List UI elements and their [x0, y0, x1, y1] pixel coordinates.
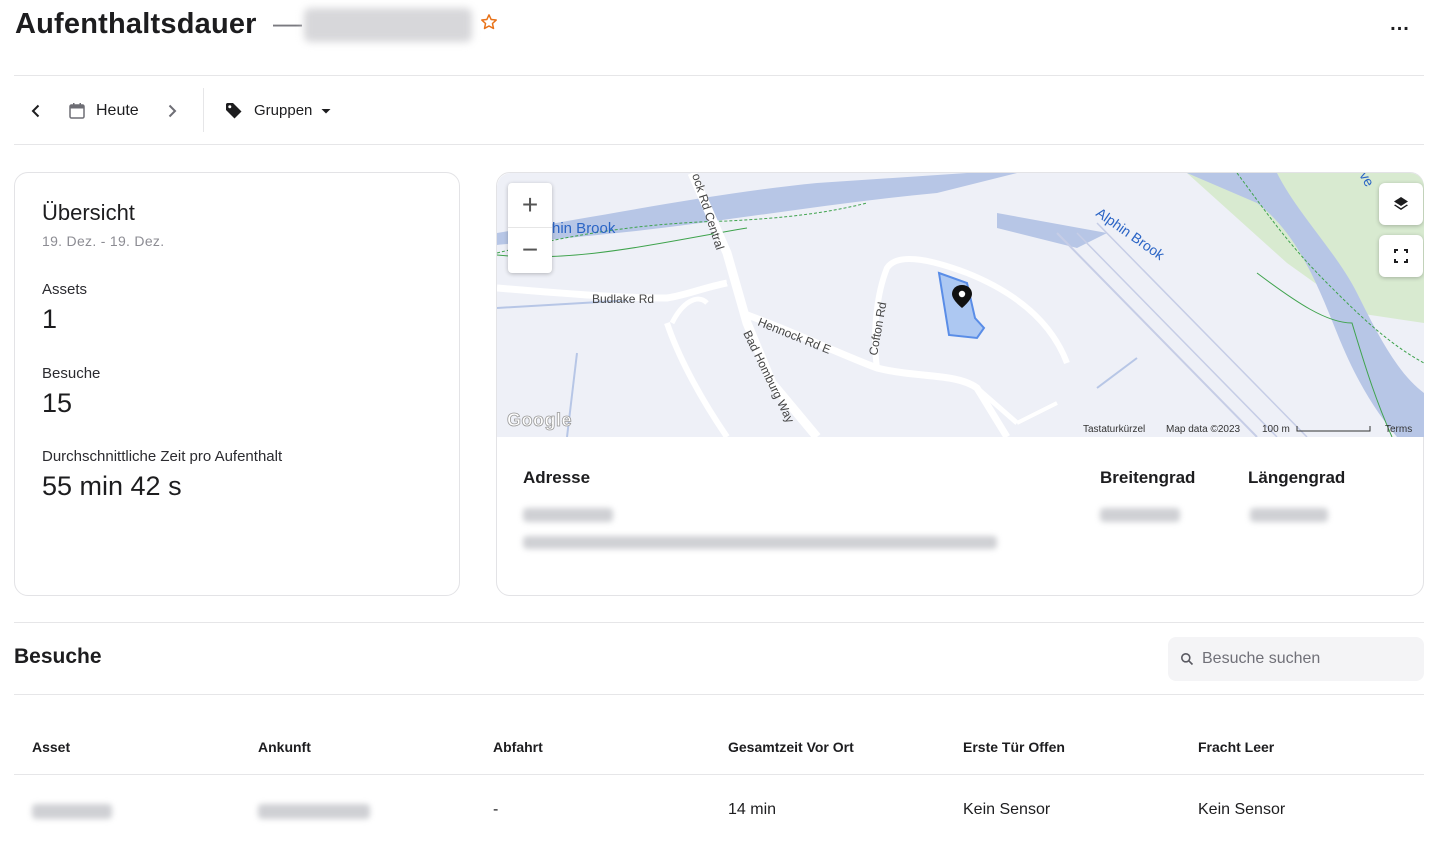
map-label-budlake: Budlake Rd: [592, 292, 654, 306]
fullscreen-button[interactable]: [1379, 235, 1423, 277]
zoom-out-button[interactable]: −: [508, 228, 552, 273]
map-shortcuts-link[interactable]: Tastaturkürzel: [1083, 424, 1145, 435]
map-layers-button[interactable]: [1379, 183, 1423, 225]
redacted-address-line: [523, 536, 997, 549]
zoom-controls: + −: [508, 183, 552, 273]
overview-title: Übersicht: [42, 200, 135, 225]
column-header-arrival[interactable]: Ankunft: [258, 739, 311, 755]
column-header-asset[interactable]: Asset: [32, 739, 70, 755]
visits-section-title: Besuche: [14, 645, 102, 668]
more-options-button[interactable]: ...: [1388, 12, 1412, 36]
date-picker[interactable]: Heute: [68, 76, 139, 145]
longitude-label: Längengrad: [1248, 468, 1346, 487]
redacted-location-name: [304, 8, 472, 42]
calendar-icon: [69, 102, 85, 119]
date-label: Heute: [96, 101, 139, 119]
tag-icon: [226, 102, 242, 118]
column-header-departure[interactable]: Abfahrt: [493, 739, 543, 755]
filter-toolbar: Heute Gruppen: [14, 76, 1424, 145]
visits-value: 15: [42, 388, 73, 418]
map-label-alphin-brook: hin Brook: [552, 220, 616, 237]
fullscreen-icon: [1394, 249, 1408, 263]
search-placeholder: Besuche suchen: [1202, 650, 1321, 667]
overview-card: Übersicht 19. Dez. - 19. Dez. Assets 1 B…: [14, 172, 460, 596]
chevron-right-icon: [168, 104, 177, 117]
address-label: Adresse: [523, 468, 591, 487]
map-scale-label: 100 m: [1262, 424, 1290, 435]
next-day-button[interactable]: [164, 76, 180, 145]
visits-search-input[interactable]: Besuche suchen: [1168, 637, 1424, 681]
map-data-attribution: Map data ©2023: [1166, 424, 1241, 435]
redacted-latitude: [1100, 508, 1180, 522]
first-door-open-cell: Kein Sensor: [963, 801, 1051, 818]
column-header-cargo-empty[interactable]: Fracht Leer: [1198, 739, 1274, 755]
departure-cell: -: [493, 801, 499, 818]
cargo-empty-cell: Kein Sensor: [1198, 801, 1286, 818]
map[interactable]: hin Brook Alphin Brook Budlake Rd ock Rd…: [497, 173, 1424, 437]
layers-icon: [1394, 197, 1408, 210]
groups-filter-button[interactable]: Gruppen: [224, 76, 332, 145]
total-time-cell: 14 min: [728, 801, 777, 818]
previous-day-button[interactable]: [28, 76, 44, 145]
redacted-asset-name: [32, 804, 112, 819]
latitude-label: Breitengrad: [1100, 468, 1196, 487]
search-icon: [1181, 653, 1194, 666]
map-terms-link[interactable]: Terms: [1385, 424, 1412, 435]
map-canvas[interactable]: hin Brook Alphin Brook Budlake Rd ock Rd…: [497, 173, 1424, 437]
avg-time-value: 55 min 42 s: [42, 471, 182, 501]
column-header-first-door-open[interactable]: Erste Tür Offen: [963, 739, 1065, 755]
groups-label: Gruppen: [254, 102, 313, 119]
redacted-arrival-time: [258, 804, 370, 819]
assets-label: Assets: [42, 281, 88, 298]
overview-date-range: 19. Dez. - 19. Dez.: [42, 233, 165, 249]
chevron-left-icon: [31, 104, 40, 117]
title-separator: —: [273, 8, 302, 40]
visits-label: Besuche: [42, 365, 101, 382]
table-header-divider: [14, 774, 1424, 775]
redacted-address-name: [523, 508, 613, 522]
section-divider: [14, 622, 1424, 623]
page-header: Aufenthaltsdauer — ...: [14, 0, 1424, 76]
page-title: Aufenthaltsdauer: [15, 8, 257, 40]
assets-value: 1: [42, 304, 58, 334]
zoom-in-button[interactable]: +: [508, 183, 552, 228]
location-card: hin Brook Alphin Brook Budlake Rd ock Rd…: [496, 172, 1424, 596]
favorite-star-icon[interactable]: [480, 13, 498, 31]
avg-time-label: Durchschnittliche Zeit pro Aufenthalt: [42, 448, 283, 465]
table-top-divider: [14, 694, 1424, 695]
caret-down-icon: [321, 108, 331, 113]
column-header-total-time[interactable]: Gesamtzeit Vor Ort: [728, 739, 854, 755]
google-logo: Google: [507, 410, 572, 431]
redacted-longitude: [1250, 508, 1328, 522]
toolbar-divider: [203, 88, 204, 132]
